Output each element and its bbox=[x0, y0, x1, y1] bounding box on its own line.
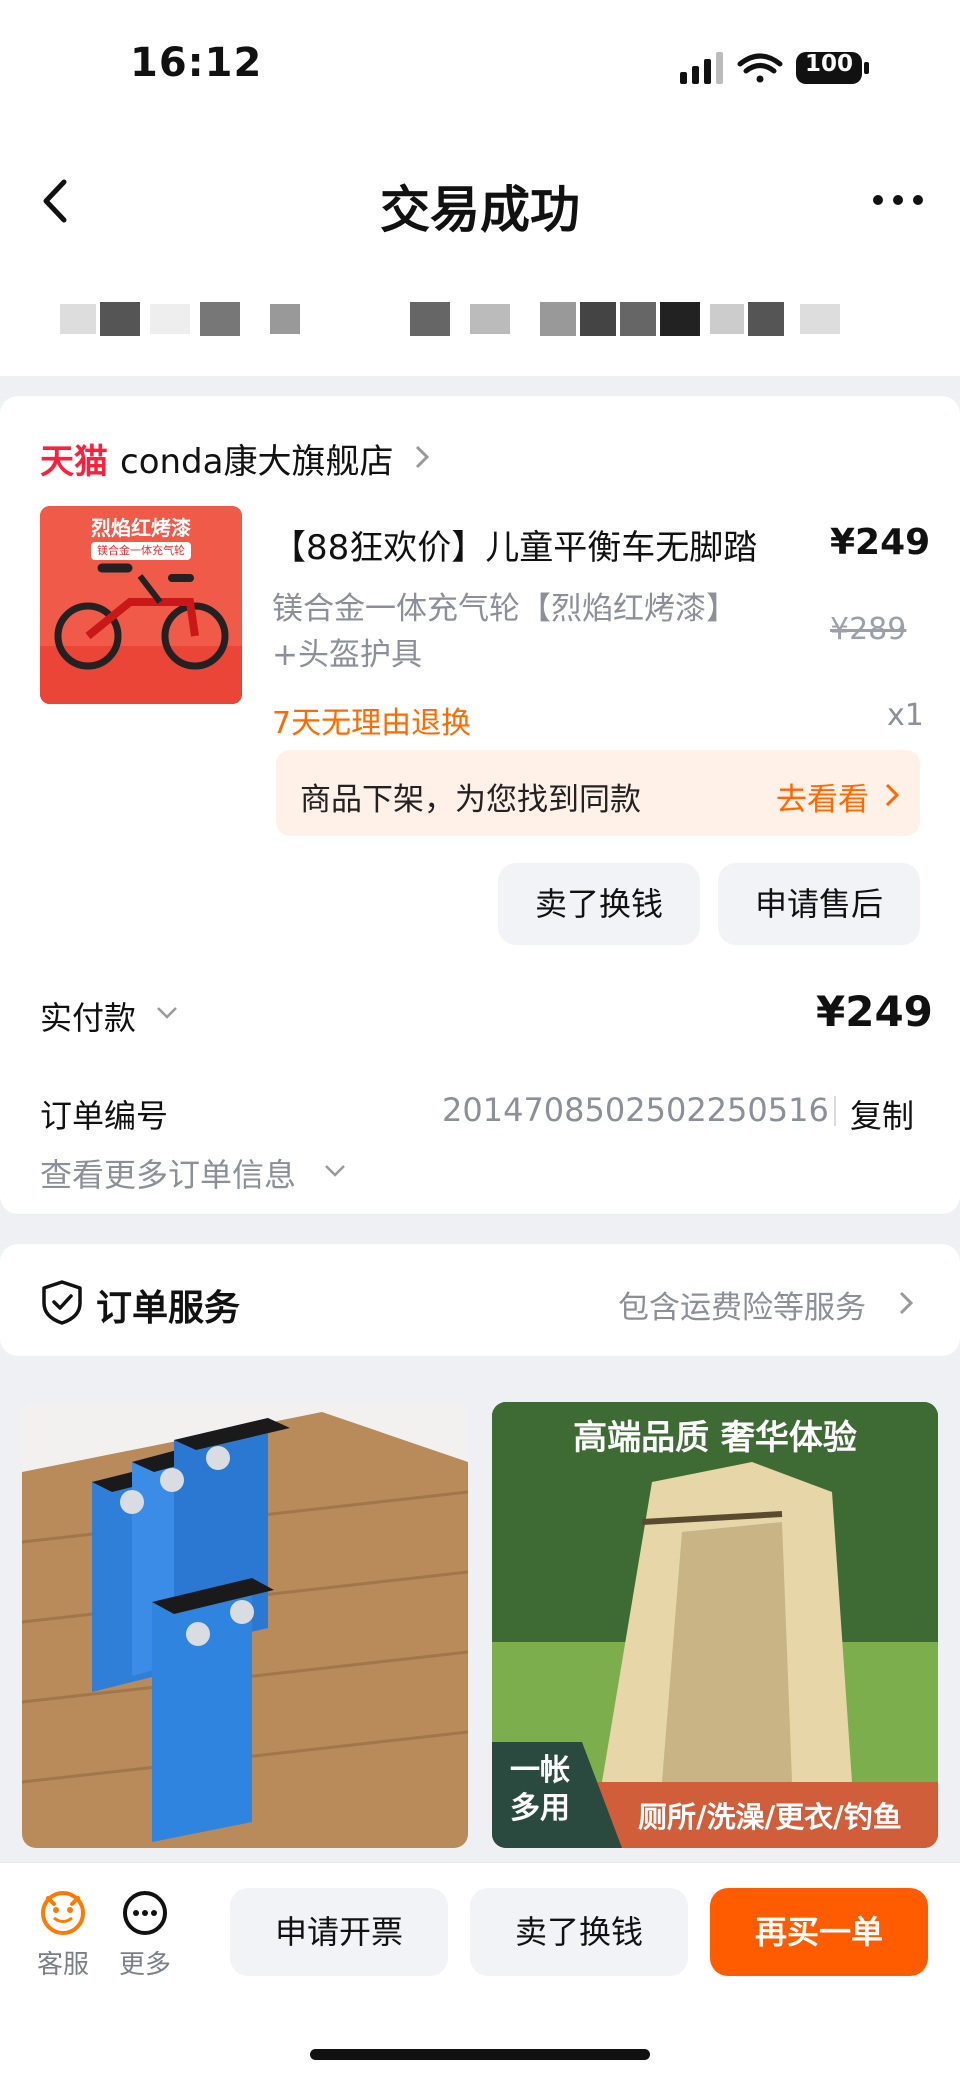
tile-uses: 厕所/洗澡/更衣/钓鱼 bbox=[638, 1800, 902, 1834]
tmall-logo: 天猫 bbox=[40, 442, 108, 482]
more-options-icon[interactable] bbox=[870, 190, 926, 210]
order-number: 2014708502502250516 bbox=[442, 1091, 829, 1129]
tile-badge-line: 多用 bbox=[510, 1791, 570, 1826]
shield-icon bbox=[42, 1280, 82, 1325]
battery-product-image bbox=[22, 1402, 468, 1848]
product-title[interactable]: 【88狂欢价】儿童平衡车无脚踏 bbox=[272, 520, 802, 569]
chevron-right-icon bbox=[885, 783, 900, 807]
product-thumbnail[interactable]: 烈焰红烤漆 镁合金一体充气轮 bbox=[40, 506, 242, 704]
copy-button[interactable]: 复制 bbox=[850, 1091, 914, 1137]
thumb-sublabel: 镁合金一体充气轮 bbox=[91, 542, 191, 560]
status-time: 16:12 bbox=[130, 40, 263, 86]
sell-button[interactable]: 卖了换钱 bbox=[470, 1888, 688, 1976]
quantity: x1 bbox=[887, 698, 924, 733]
signal-icon bbox=[680, 52, 723, 84]
divider bbox=[834, 1096, 836, 1126]
product-spec: 镁合金一体充气轮【烈焰红烤漆】 +头盔护具 bbox=[272, 586, 792, 678]
after-sale-button[interactable]: 申请售后 bbox=[718, 863, 920, 945]
chevron-down-icon bbox=[325, 1165, 345, 1177]
product-price: ¥249 bbox=[830, 522, 931, 563]
shop-name-link[interactable]: conda康大旗舰店 bbox=[120, 434, 393, 483]
battery-level: 100 bbox=[804, 51, 853, 77]
customer-service-label[interactable]: 客服 bbox=[28, 1944, 98, 1981]
chevron-right-icon bbox=[899, 1291, 914, 1315]
more-order-info-link[interactable]: 查看更多订单信息 bbox=[40, 1150, 296, 1196]
recommend-item[interactable] bbox=[22, 1402, 468, 1848]
return-policy: 7天无理由退换 bbox=[272, 706, 472, 741]
buy-again-button[interactable]: 再买一单 bbox=[710, 1888, 928, 1976]
request-invoice-button[interactable]: 申请开票 bbox=[230, 1888, 448, 1976]
service-detail-link[interactable]: 包含运费险等服务 bbox=[618, 1282, 866, 1327]
order-number-label: 订单编号 bbox=[40, 1097, 169, 1135]
sell-button[interactable]: 卖了换钱 bbox=[498, 863, 700, 945]
customer-service-icon[interactable] bbox=[40, 1890, 86, 1936]
see-similar-link[interactable]: 去看看 bbox=[776, 774, 869, 819]
spec-line: 镁合金一体充气轮【烈焰红烤漆】 bbox=[272, 591, 737, 627]
thumb-label: 烈焰红烤漆 bbox=[91, 516, 191, 540]
paid-label[interactable]: 实付款 bbox=[40, 993, 136, 1039]
chevron-down-icon[interactable] bbox=[156, 1006, 178, 1020]
off-shelf-text: 商品下架，为您找到同款 bbox=[300, 782, 641, 818]
order-service-title: 订单服务 bbox=[96, 1288, 241, 1329]
address-redacted[interactable] bbox=[40, 296, 920, 342]
paid-amount: ¥249 bbox=[816, 987, 933, 1036]
spec-line: +头盔护具 bbox=[272, 637, 422, 673]
tile-badge-line: 一帐 bbox=[510, 1753, 570, 1788]
tile-headline: 高端品质 奢华体验 bbox=[573, 1418, 857, 1458]
chevron-right-icon bbox=[415, 445, 430, 469]
more-icon[interactable] bbox=[122, 1890, 168, 1936]
tile-badge: 一帐 多用 bbox=[510, 1752, 570, 1828]
more-label[interactable]: 更多 bbox=[110, 1944, 180, 1981]
wifi-icon bbox=[737, 53, 783, 83]
page-title: 交易成功 bbox=[380, 181, 580, 239]
home-indicator bbox=[310, 2049, 650, 2060]
original-price: ¥289 bbox=[830, 612, 907, 647]
recommend-item[interactable]: 高端品质 奢华体验 一帐 多用 厕所/洗澡/更衣/钓鱼 bbox=[492, 1402, 938, 1848]
